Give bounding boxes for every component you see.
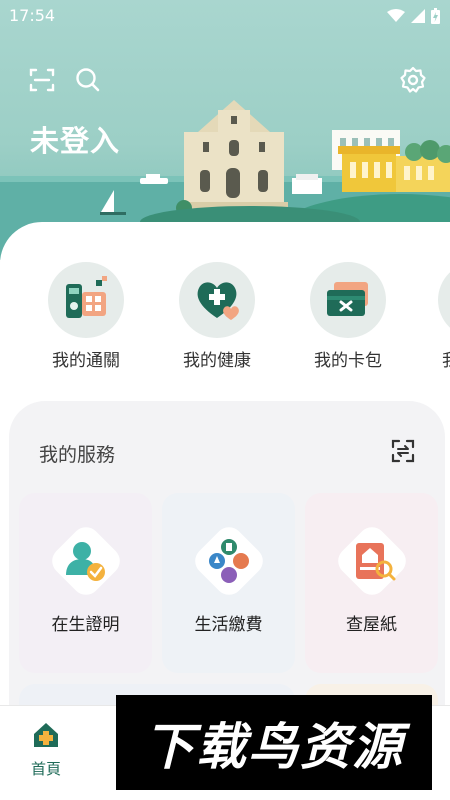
hero-header: 17:54 未登入 (0, 0, 450, 260)
quick-action-customs[interactable]: 我的通關 (46, 262, 126, 371)
quick-action-more[interactable]: 我 (438, 262, 450, 371)
service-tile-proof-of-life[interactable]: 在生證明 (19, 493, 152, 673)
quick-action-health[interactable]: 我的健康 (177, 262, 257, 371)
bill-payment-icon (195, 527, 263, 595)
home-icon (34, 723, 58, 747)
battery-icon (431, 8, 440, 24)
quick-action-wallet[interactable]: 我的卡包 (308, 262, 388, 371)
watermark-text: 下载鸟资源 (144, 717, 404, 776)
nav-home[interactable]: 首頁 (16, 720, 76, 779)
proof-of-life-icon (52, 527, 120, 595)
status-time: 17:54 (9, 6, 56, 25)
property-search-icon (338, 527, 406, 595)
service-tile-bill-payment[interactable]: 生活繳費 (162, 493, 295, 673)
services-title: 我的服務 (39, 444, 116, 466)
watermark-overlay: 下载鸟资源 (116, 695, 432, 790)
edit-services-icon[interactable] (390, 438, 416, 464)
signal-icon (411, 9, 425, 23)
search-icon[interactable] (74, 66, 102, 94)
service-tile-property-search[interactable]: 查屋紙 (305, 493, 438, 673)
wifi-icon (387, 9, 405, 22)
wallet-icon (327, 282, 368, 316)
health-icon (197, 282, 239, 320)
scan-icon[interactable] (28, 66, 56, 94)
customs-icon (66, 276, 107, 318)
gear-icon[interactable] (399, 66, 427, 94)
login-status-title[interactable]: 未登入 (30, 118, 120, 160)
status-bar: 17:54 (0, 0, 450, 32)
